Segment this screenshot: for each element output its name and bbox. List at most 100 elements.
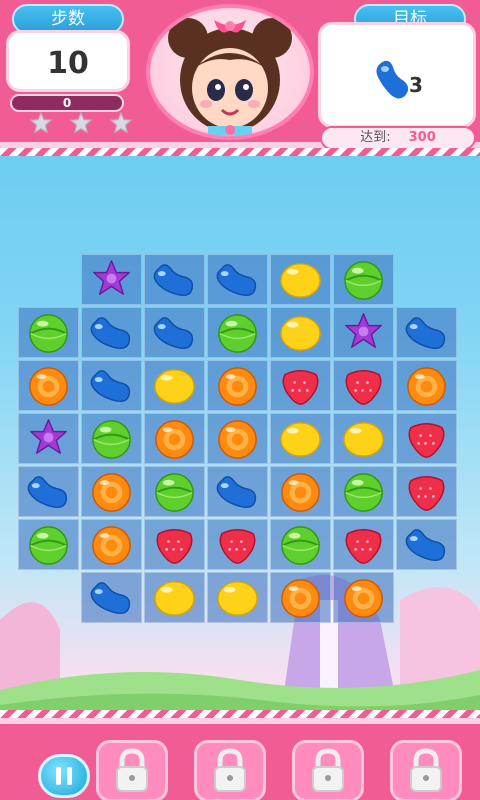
board-cell[interactable] [207, 572, 268, 623]
board-cell[interactable] [270, 519, 331, 570]
red-strawberry-candy-icon [408, 476, 445, 511]
yellow-lemon-drop-icon [154, 369, 195, 404]
board-cell[interactable] [270, 254, 331, 305]
red-strawberry-candy-icon [282, 370, 319, 405]
orange-candy-icon [29, 367, 68, 406]
board-cell[interactable] [81, 254, 142, 305]
bottom-toolbar [0, 710, 480, 800]
board-cell[interactable] [18, 519, 79, 570]
orange-candy-icon [92, 473, 131, 512]
board-cell[interactable] [396, 466, 457, 517]
board-cell[interactable] [207, 413, 268, 464]
board-cell[interactable] [207, 519, 268, 570]
board-cell[interactable] [333, 519, 394, 570]
board-cell[interactable] [144, 519, 205, 570]
locked-booster-slot[interactable] [96, 740, 168, 800]
locked-booster-slot[interactable] [390, 740, 462, 800]
board-cell[interactable] [144, 360, 205, 411]
board-cell[interactable] [144, 413, 205, 464]
orange-candy-icon [218, 420, 257, 459]
orange-candy-icon [281, 473, 320, 512]
lock-icon [312, 748, 344, 792]
board-cell[interactable] [81, 466, 142, 517]
board-cell[interactable] [333, 572, 394, 623]
board-cell[interactable] [207, 466, 268, 517]
yellow-lemon-drop-icon [343, 422, 384, 457]
board-cell[interactable] [333, 360, 394, 411]
pause-button[interactable] [38, 754, 90, 798]
blue-jelly-bean-icon [153, 317, 194, 350]
green-lollipop-icon [218, 314, 257, 353]
orange-candy-icon [155, 420, 194, 459]
board-cell[interactable] [333, 254, 394, 305]
board-cell[interactable] [144, 572, 205, 623]
blue-jelly-bean-icon [27, 476, 68, 509]
moves-value: 10 [47, 46, 89, 81]
purple-star-candy-icon [30, 419, 67, 454]
board-cell[interactable] [144, 254, 205, 305]
reach-value: 300 [408, 130, 436, 145]
board-cell[interactable] [81, 307, 142, 358]
game-board [18, 254, 462, 626]
blue-jelly-bean-icon [405, 529, 446, 562]
blue-jelly-bean-icon [405, 317, 446, 350]
board-cell[interactable] [270, 572, 331, 623]
girl-avatar-icon [168, 18, 292, 136]
green-lollipop-icon [29, 526, 68, 565]
orange-candy-icon [281, 579, 320, 618]
red-strawberry-candy-icon [345, 370, 382, 405]
score-bar: 0 [10, 94, 124, 112]
top-hud: 步数 10 0 目标 3 达到: 300 [0, 0, 480, 156]
board-cell[interactable] [207, 307, 268, 358]
board-cell[interactable] [144, 307, 205, 358]
red-strawberry-candy-icon [156, 529, 193, 564]
purple-star-candy-icon [345, 313, 382, 348]
pause-icon [56, 767, 72, 785]
orange-candy-icon [407, 367, 446, 406]
board-cell[interactable] [396, 360, 457, 411]
target-panel: 3 [318, 22, 476, 128]
red-strawberry-candy-icon [219, 529, 256, 564]
green-lollipop-icon [92, 420, 131, 459]
board-cell[interactable] [333, 307, 394, 358]
board-cell[interactable] [18, 360, 79, 411]
yellow-lemon-drop-icon [280, 422, 321, 457]
board-cell[interactable] [396, 413, 457, 464]
blue-jelly-bean-icon [90, 582, 131, 615]
board-cell[interactable] [18, 466, 79, 517]
board-cell[interactable] [81, 413, 142, 464]
star-icon [110, 112, 132, 134]
board-cell[interactable] [207, 254, 268, 305]
board-cell[interactable] [270, 466, 331, 517]
board-cell[interactable] [396, 307, 457, 358]
board-cell[interactable] [18, 413, 79, 464]
board-cell[interactable] [18, 307, 79, 358]
yellow-lemon-drop-icon [280, 263, 321, 298]
orange-candy-icon [218, 367, 257, 406]
locked-booster-slot[interactable] [194, 740, 266, 800]
green-lollipop-icon [29, 314, 68, 353]
moves-panel: 10 [6, 30, 130, 92]
yellow-lemon-drop-icon [154, 581, 195, 616]
blue-jelly-bean-icon [90, 317, 131, 350]
board-cell[interactable] [207, 360, 268, 411]
blue-jelly-bean-icon [216, 264, 257, 297]
locked-booster-slot[interactable] [292, 740, 364, 800]
board-cell[interactable] [81, 572, 142, 623]
board-cell[interactable] [270, 413, 331, 464]
lock-icon [116, 748, 148, 792]
board-cell[interactable] [396, 519, 457, 570]
yellow-lemon-drop-icon [217, 581, 258, 616]
board-cell[interactable] [333, 413, 394, 464]
board-cell[interactable] [270, 360, 331, 411]
board-cell[interactable] [81, 519, 142, 570]
board-cell[interactable] [333, 466, 394, 517]
lock-icon [410, 748, 442, 792]
board-cell[interactable] [144, 466, 205, 517]
board-cell[interactable] [270, 307, 331, 358]
blue-jelly-bean-icon [376, 60, 409, 99]
red-strawberry-candy-icon [345, 529, 382, 564]
star-icon [70, 112, 92, 134]
board-cell[interactable] [81, 360, 142, 411]
reach-goal-bar: 达到: 300 [320, 126, 476, 150]
